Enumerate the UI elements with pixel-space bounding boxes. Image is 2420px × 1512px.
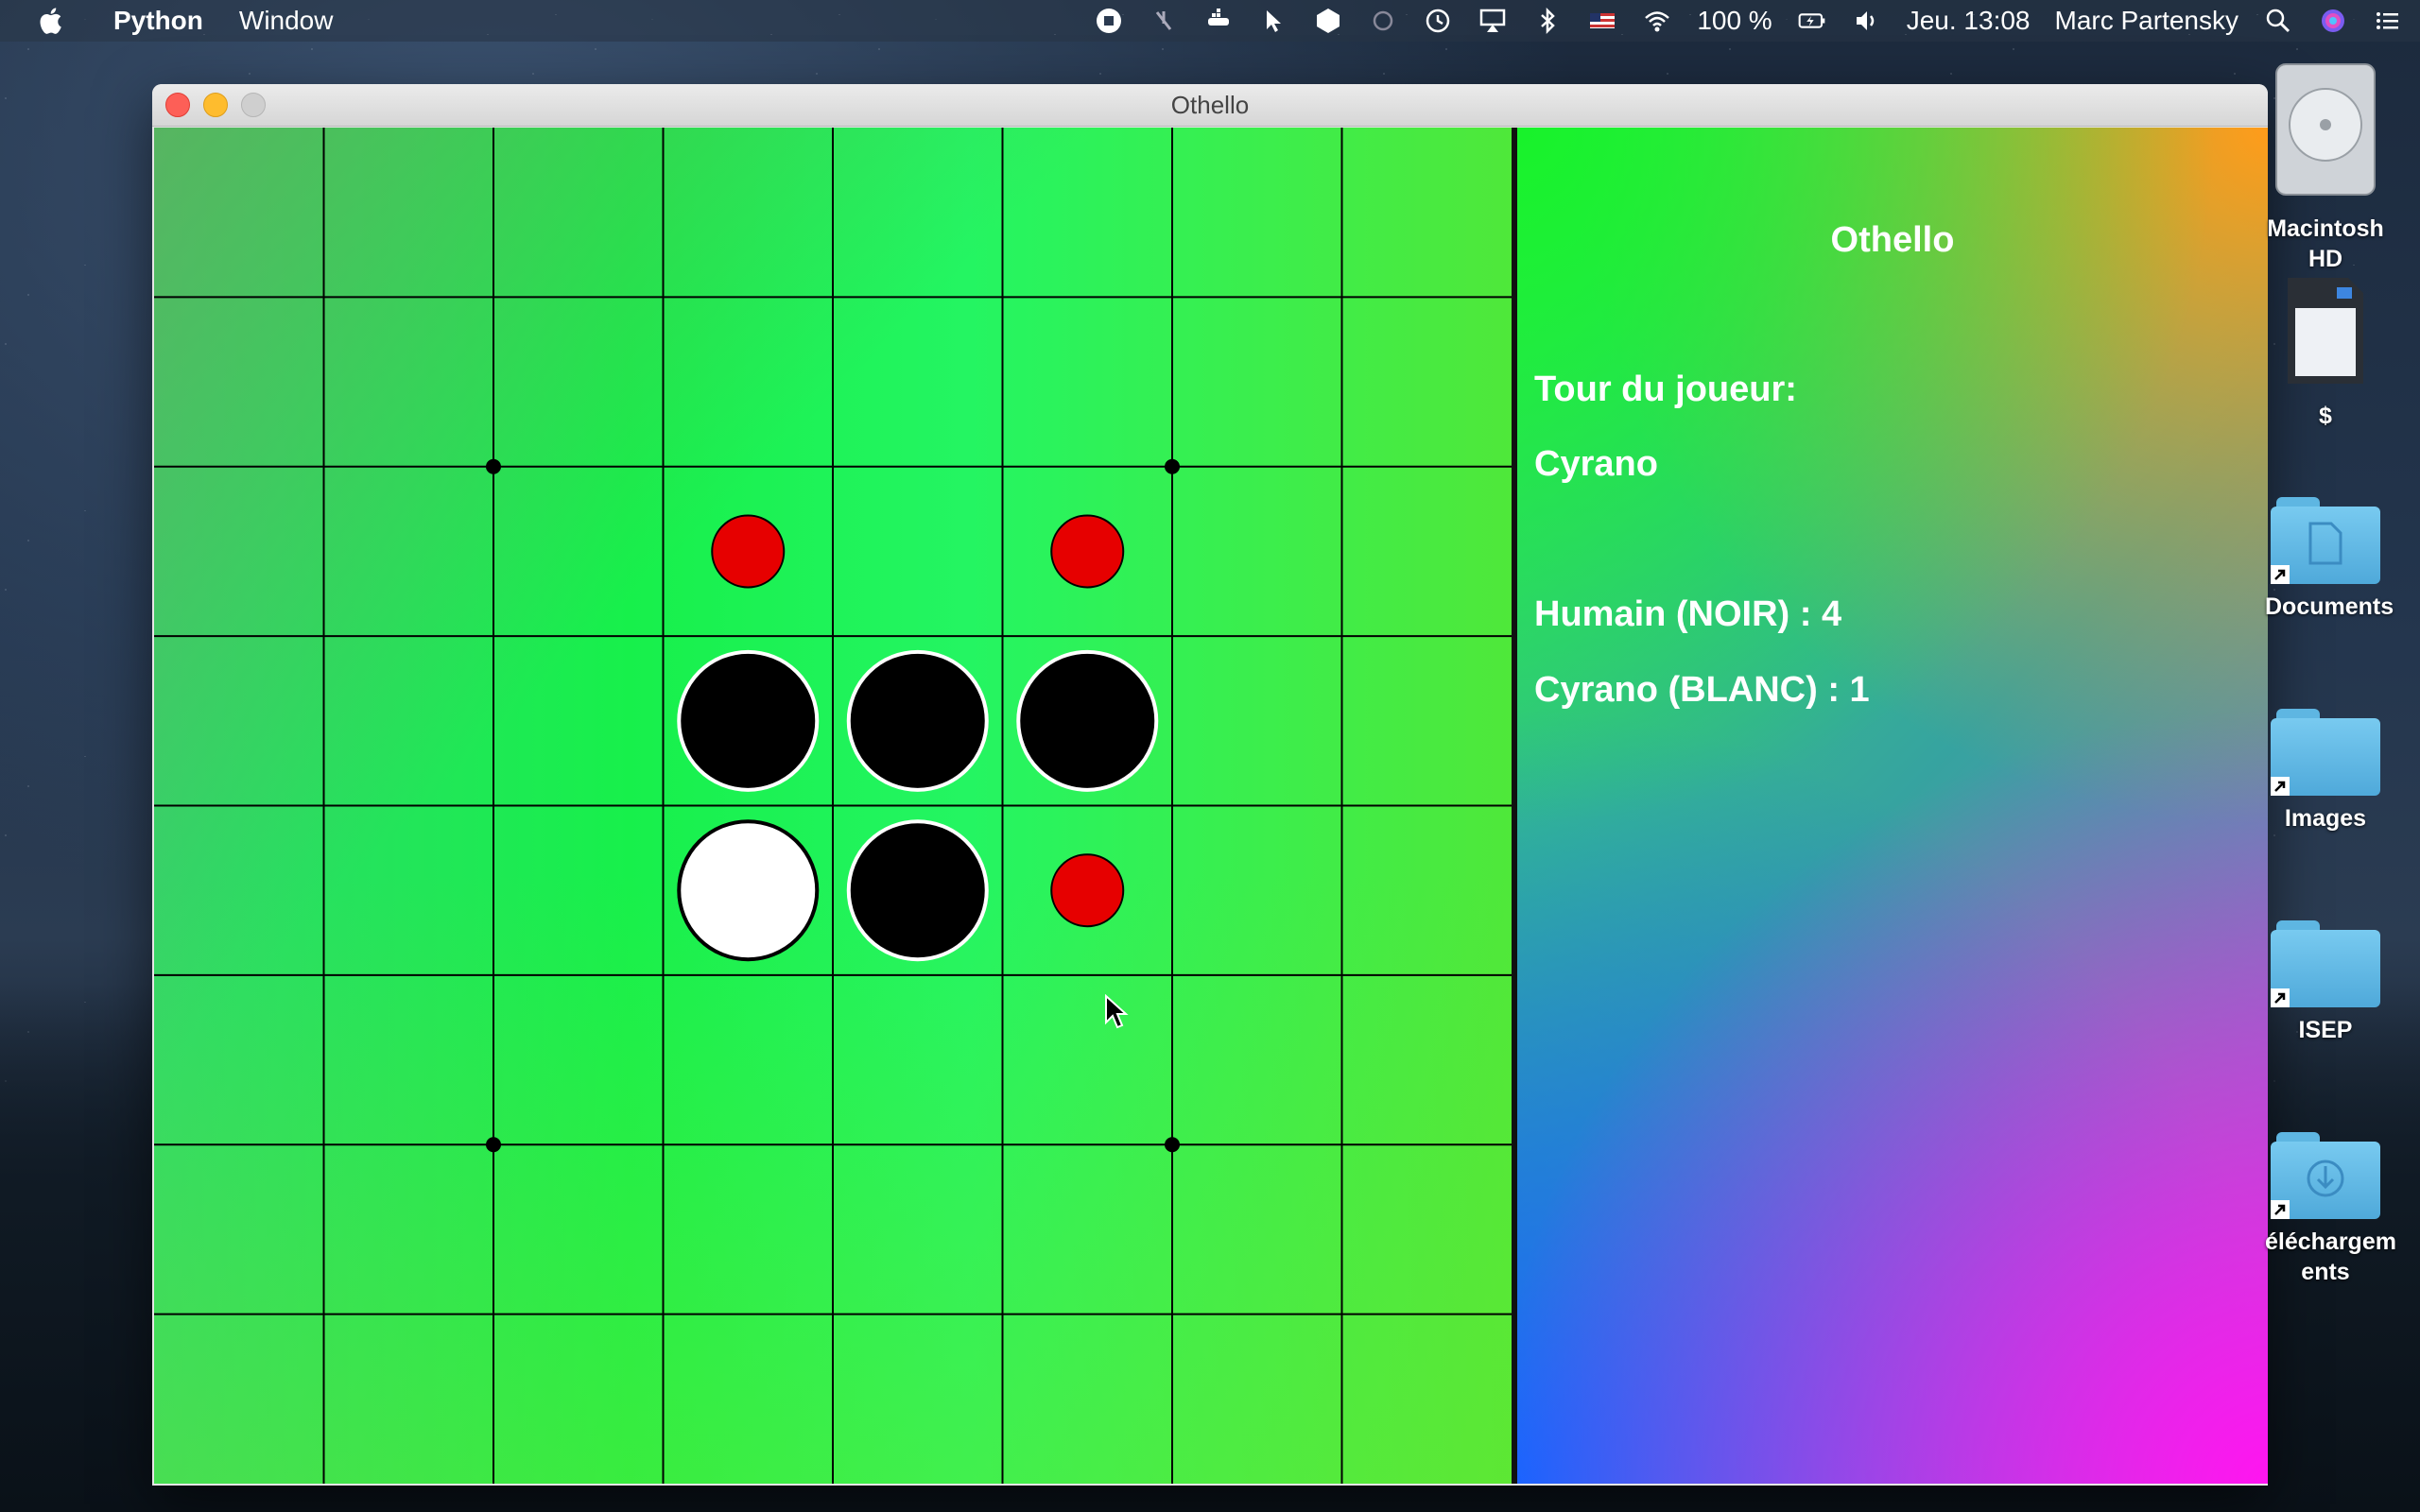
alias-arrow-icon xyxy=(2271,777,2290,796)
star-point xyxy=(486,1137,501,1153)
desktop-icon-label: Macintosh HD xyxy=(2267,215,2384,272)
mute-mic-icon[interactable] xyxy=(1149,6,1179,36)
folder-icon xyxy=(2271,920,2380,1007)
white-piece xyxy=(677,819,820,962)
desktop-icon-images[interactable]: Images xyxy=(2265,709,2386,833)
othello-board[interactable] xyxy=(154,128,1512,1484)
turn-label: Tour du joueur: xyxy=(1534,369,1797,409)
score-black: Humain (NOIR) : 4 xyxy=(1534,594,1842,634)
siri-icon[interactable] xyxy=(2318,6,2348,36)
menu-window[interactable]: Window xyxy=(239,6,334,36)
desktop-icon-sd-card[interactable]: $ xyxy=(2265,274,2386,431)
desktop-icon-downloads[interactable]: éléchargem ents xyxy=(2265,1132,2396,1287)
apple-logo-icon[interactable] xyxy=(40,6,66,36)
desktop-icon-label: éléchargem ents xyxy=(2265,1228,2396,1285)
desktop-icon-isep[interactable]: ISEP xyxy=(2265,920,2386,1045)
battery-percent: 100 % xyxy=(1697,6,1772,35)
board-canvas[interactable] xyxy=(154,128,1512,1484)
mouse-cursor-icon xyxy=(1105,994,1129,1029)
desktop-icon-label: Images xyxy=(2284,805,2367,832)
panel-title: Othello xyxy=(1830,220,1955,260)
info-panel: Othello Tour du joueur: Cyrano Humain (N… xyxy=(1517,128,2268,1484)
desktop-icon-label: Documents xyxy=(2265,593,2394,620)
alias-arrow-icon xyxy=(2271,1200,2290,1219)
downloads-folder-icon xyxy=(2271,1132,2380,1219)
folder-icon xyxy=(2271,497,2380,584)
time-machine-icon[interactable] xyxy=(1423,6,1453,36)
alias-arrow-icon xyxy=(2271,988,2290,1007)
spotlight-search-icon[interactable] xyxy=(2263,6,2293,36)
desktop-icon-label: $ xyxy=(2319,403,2332,429)
score-white: Cyrano (BLANC) : 1 xyxy=(1534,670,1870,710)
move-hint[interactable] xyxy=(1050,853,1125,928)
sync-icon[interactable] xyxy=(1368,6,1398,36)
docker-icon[interactable] xyxy=(1203,6,1234,36)
status-area: 100 % Jeu. 13:08 Marc Partensky xyxy=(1094,0,2403,42)
black-piece xyxy=(846,819,989,962)
star-point xyxy=(1165,458,1180,474)
airplay-icon[interactable] xyxy=(1478,6,1508,36)
desktop-icon-label: ISEP xyxy=(2298,1017,2353,1043)
folder-icon xyxy=(2271,709,2380,796)
battery-icon[interactable] xyxy=(1797,6,1827,36)
notification-center-icon[interactable] xyxy=(2373,6,2403,36)
volume-icon[interactable] xyxy=(1852,6,1882,36)
sd-card-icon xyxy=(2265,274,2386,395)
move-hint[interactable] xyxy=(1050,514,1125,589)
black-piece xyxy=(1016,649,1159,792)
window-title: Othello xyxy=(1170,91,1250,119)
stop-record-icon[interactable] xyxy=(1094,6,1124,36)
desktop-icon-documents[interactable]: Documents xyxy=(2265,497,2394,622)
window-titlebar[interactable]: Othello xyxy=(152,84,2268,127)
menu-bar: Python Window 100 % Jeu. 13:08 Marc Part… xyxy=(0,0,2420,42)
dropbox-icon[interactable] xyxy=(1313,6,1343,36)
black-piece xyxy=(846,649,989,792)
othello-window: Othello Othello Tour du joueur: Cyrano H… xyxy=(152,84,2268,1486)
menubar-user[interactable]: Marc Partensky xyxy=(2055,6,2239,36)
star-point xyxy=(486,458,501,474)
alias-arrow-icon xyxy=(2271,565,2290,584)
black-piece xyxy=(677,649,820,792)
pointer-icon[interactable] xyxy=(1258,6,1288,36)
current-player: Cyrano xyxy=(1534,444,1658,484)
desktop-icon-macintosh-hd[interactable]: Macintosh HD xyxy=(2265,59,2386,274)
bluetooth-icon[interactable] xyxy=(1532,6,1563,36)
menubar-clock[interactable]: Jeu. 13:08 xyxy=(1907,6,2031,36)
flag-us-icon[interactable] xyxy=(1587,6,1617,36)
menu-app-name[interactable]: Python xyxy=(113,6,203,36)
move-hint[interactable] xyxy=(711,514,786,589)
wifi-icon[interactable] xyxy=(1642,6,1672,36)
hard-drive-icon xyxy=(2265,59,2386,208)
star-point xyxy=(1165,1137,1180,1153)
